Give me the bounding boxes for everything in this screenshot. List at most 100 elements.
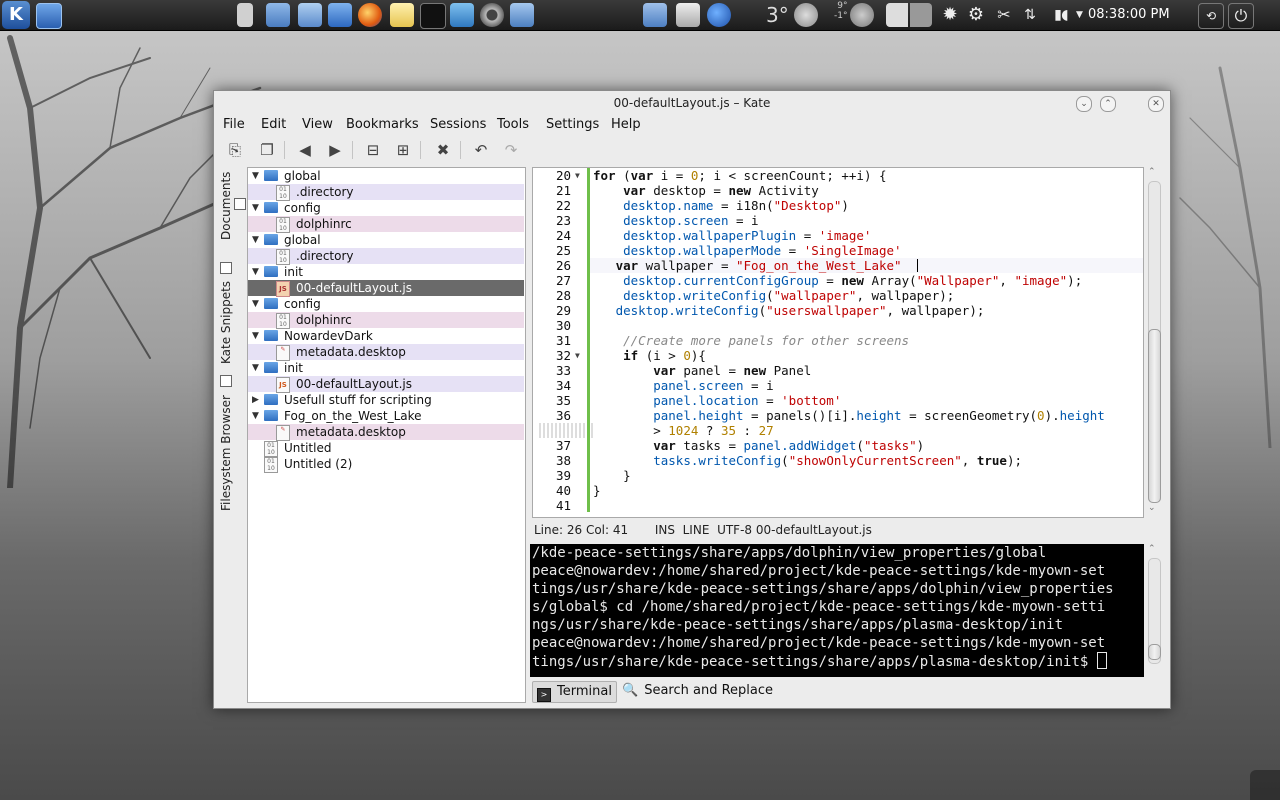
tree-folder-config[interactable]: ▼ config <box>248 200 524 216</box>
expand-arrow-icon[interactable]: ▼ <box>252 296 259 312</box>
kde-menu-icon[interactable]: K <box>2 1 30 29</box>
desktop-icon[interactable] <box>36 3 62 29</box>
expand-arrow-icon[interactable]: ▼ <box>252 264 259 280</box>
activities-icon[interactable]: ⟲ <box>1198 3 1224 29</box>
tree-file-metadata-desktop[interactable]: ✎ metadata.desktop <box>248 424 524 441</box>
red-bookmark-icon[interactable] <box>643 3 667 27</box>
firefox-icon[interactable] <box>358 3 382 27</box>
selection-mode[interactable]: LINE <box>683 523 710 537</box>
line-number: 29 <box>555 303 571 318</box>
panel-clock[interactable]: 08:38:00 PM <box>1088 7 1170 22</box>
collapse-arrow-icon[interactable]: ▶ <box>252 392 259 408</box>
code-line: var desktop = new Activity <box>623 183 819 198</box>
menu-help[interactable]: Help <box>611 117 641 132</box>
tree-folder-usefull-stuff[interactable]: ▶ Usefull stuff for scripting <box>248 392 524 408</box>
close-button[interactable]: ✕ <box>1148 96 1164 112</box>
tree-doc-untitled-2[interactable]: 01 10 Untitled (2) <box>248 456 524 473</box>
tree-file-directory[interactable]: 01 10 .directory <box>248 248 524 265</box>
chevron-down-icon[interactable]: ▼ <box>1076 3 1086 27</box>
power-icon[interactable]: ⏻ <box>1228 3 1254 29</box>
terminal-panel[interactable]: /kde-peace-settings/share/apps/dolphin/v… <box>530 544 1144 677</box>
menu-tools[interactable]: Tools <box>497 117 529 132</box>
dolphin-icon[interactable] <box>328 3 352 27</box>
tree-folder-global[interactable]: ▼ global <box>248 232 524 248</box>
expand-arrow-icon[interactable]: ▼ <box>252 360 259 376</box>
expand-arrow-icon[interactable]: ▼ <box>252 328 259 344</box>
bookmarks-icon[interactable] <box>266 3 290 27</box>
network-icon[interactable]: ⇅ <box>1018 3 1042 27</box>
minimize-button[interactable]: ⌄ <box>1076 96 1092 112</box>
expand-arrow-icon[interactable]: ▼ <box>252 232 259 248</box>
encoding[interactable]: UTF-8 <box>717 523 752 537</box>
menu-view[interactable]: View <box>302 117 333 132</box>
expand-arrow-icon[interactable]: ▼ <box>252 200 259 216</box>
notes-icon[interactable] <box>390 3 414 27</box>
terminal-scrollbar[interactable]: ⌃ <box>1145 544 1162 677</box>
search-icon[interactable] <box>298 3 322 27</box>
delete-icon[interactable]: ✖ <box>432 139 454 161</box>
tree-folder-config[interactable]: ▼ config <box>248 296 524 312</box>
fold-marker-icon[interactable]: ▼ <box>575 171 580 180</box>
forward-icon[interactable]: ▶ <box>324 139 346 161</box>
sun-icon[interactable]: ✹ <box>938 3 962 27</box>
scrollbar-thumb[interactable] <box>1148 329 1161 503</box>
tree-file-dolphinrc[interactable]: 01 10 dolphinrc <box>248 312 524 329</box>
tab-terminal[interactable]: > Terminal <box>532 681 617 703</box>
code-line: desktop.writeConfig("userswallpaper", wa… <box>615 303 985 318</box>
editor-scrollbar[interactable]: ⌃ ⌄ <box>1145 167 1162 516</box>
konsole-icon[interactable] <box>420 3 446 29</box>
code-editor[interactable]: 20 21 22 23 24 25 26 27 28 29 30 31 32 3… <box>532 167 1144 518</box>
tree-folder-fog-on-west-lake[interactable]: ▼ Fog_on_the_West_Lake <box>248 408 524 424</box>
kate-icon[interactable] <box>450 3 474 27</box>
new-document-icon[interactable]: ⎘ <box>224 139 246 161</box>
desktop-toolbox-icon[interactable] <box>1250 770 1280 800</box>
tree-folder-nowardevdark[interactable]: ▼ NowardevDark <box>248 328 524 344</box>
tree-file-dolphinrc[interactable]: 01 10 dolphinrc <box>248 216 524 233</box>
menu-settings[interactable]: Settings <box>546 117 599 132</box>
tab-filesystem-browser[interactable]: Filesystem Browser <box>219 373 237 513</box>
menu-edit[interactable]: Edit <box>261 117 286 132</box>
tab-kate-snippets[interactable]: Kate Snippets <box>219 261 237 365</box>
tab-documents[interactable]: Documents <box>219 167 246 245</box>
tree-doc-untitled[interactable]: 01 10 Untitled <box>248 440 524 457</box>
expand-arrow-icon[interactable]: ▼ <box>252 168 259 184</box>
expand-arrow-icon[interactable]: ▼ <box>252 408 259 424</box>
volume-icon[interactable]: ◖ <box>1056 3 1074 27</box>
trash-icon[interactable] <box>676 3 700 27</box>
redo-icon[interactable]: ↷ <box>500 139 522 161</box>
tree-file-directory[interactable]: 01 10 .directory <box>248 184 524 201</box>
back-icon[interactable]: ◀ <box>294 139 316 161</box>
scrollbar-thumb[interactable] <box>1148 644 1161 660</box>
save-icon[interactable]: ⊟ <box>362 139 384 161</box>
text-cursor <box>917 259 918 272</box>
documents-tree[interactable]: ▼ global 01 10 .directory ▼ config 01 10 dolph… <box>247 167 526 703</box>
maximize-button[interactable]: ⌃ <box>1100 96 1116 112</box>
save-as-icon[interactable]: ⊞ <box>392 139 414 161</box>
gear-icon[interactable]: ⚙ <box>964 3 988 27</box>
globe-flag-icon[interactable] <box>707 3 731 27</box>
scissors-icon[interactable]: ✂ <box>992 3 1016 27</box>
input-mode[interactable]: INS <box>655 523 675 537</box>
tree-folder-init[interactable]: ▼ init <box>248 360 524 376</box>
weather-temperature[interactable]: 3° <box>766 3 789 27</box>
menu-file[interactable]: File <box>223 117 245 132</box>
tab-search-replace[interactable]: 🔍 Search and Replace <box>622 681 773 701</box>
tree-file-defaultlayout[interactable]: JS 00-defaultLayout.js <box>248 376 524 393</box>
tree-folder-init[interactable]: ▼ init <box>248 264 524 280</box>
menu-bookmarks[interactable]: Bookmarks <box>346 117 419 132</box>
undo-icon[interactable]: ↶ <box>470 139 492 161</box>
clipboard-icon[interactable] <box>237 3 253 27</box>
pager-icon[interactable] <box>886 3 932 27</box>
camera-icon[interactable] <box>480 3 504 27</box>
js-file-icon: JS <box>276 377 290 393</box>
settings-icon[interactable] <box>510 3 534 27</box>
scroll-up-icon[interactable]: ⌃ <box>1148 544 1156 554</box>
close-document-icon[interactable]: ❐ <box>256 139 278 161</box>
tree-file-metadata-desktop[interactable]: ✎ metadata.desktop <box>248 344 524 361</box>
fold-marker-icon[interactable]: ▼ <box>575 351 580 360</box>
scroll-up-icon[interactable]: ⌃ <box>1148 167 1156 177</box>
tree-folder-global[interactable]: ▼ global <box>248 168 524 184</box>
tree-file-defaultlayout-selected[interactable]: JS 00-defaultLayout.js <box>248 280 524 297</box>
scroll-down-icon[interactable]: ⌄ <box>1148 503 1156 513</box>
menu-sessions[interactable]: Sessions <box>430 117 486 132</box>
